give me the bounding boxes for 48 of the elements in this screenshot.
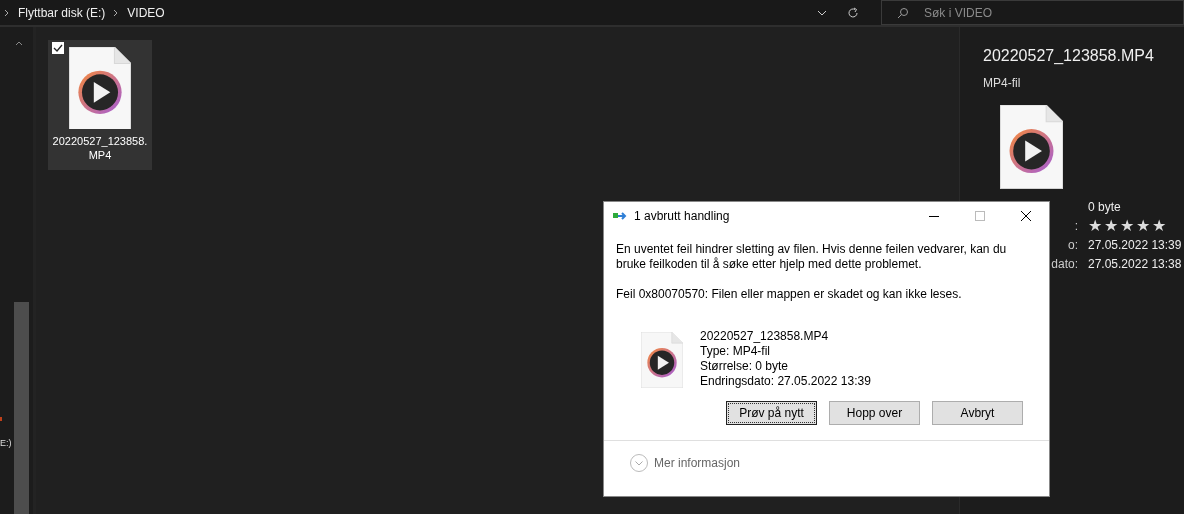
star-icon: ★ <box>1136 217 1150 234</box>
chevron-right-icon <box>113 8 120 17</box>
file-size: Størrelse: 0 byte <box>700 359 790 374</box>
nav-item[interactable]: E:) <box>0 439 12 448</box>
breadcrumb-item[interactable]: Flyttbar disk (E:) <box>18 3 106 22</box>
dialog-button[interactable]: Hopp over <box>829 401 920 425</box>
property-label: : <box>1074 217 1078 235</box>
file-name: 20220527_123858.MP4 <box>700 329 830 344</box>
star-rating[interactable]: ★★★★★ <box>1088 217 1166 234</box>
transfer-icon <box>612 211 628 221</box>
video-file-preview-icon <box>1000 105 1063 189</box>
file-modified: Endringsdato: 27.05.2022 13:39 <box>700 374 871 389</box>
video-file-icon <box>69 47 131 130</box>
star-icon: ★ <box>1088 217 1102 234</box>
more-info-link[interactable]: Mer informasjon <box>654 454 741 472</box>
close-icon <box>1021 211 1031 221</box>
dialog-button[interactable]: Avbryt <box>932 401 1023 425</box>
star-icon: ★ <box>1120 217 1134 234</box>
file-type: Type: MP4-fil <box>700 344 772 359</box>
error-message: En uventet feil hindrer sletting av filen. Hvis denne feilen vedvarer, kan du bruke feilkoden til å søke etter hjelp med dette problemet. <box>616 242 1008 272</box>
refresh-icon[interactable] <box>847 6 859 19</box>
error-code: Feil 0x80070570: Filen eller mappen er skadet og kan ikke leses. <box>616 287 963 302</box>
property-label: dato: <box>1051 255 1078 273</box>
property-label: o: <box>1068 236 1078 254</box>
file-item[interactable]: 20220527_123858.MP4 <box>48 40 152 170</box>
video-file-icon <box>641 332 683 388</box>
expand-icon[interactable] <box>630 454 648 472</box>
details-type: MP4-fil <box>983 75 1022 92</box>
chevron-down-icon[interactable] <box>817 9 827 16</box>
search-icon <box>897 7 909 19</box>
dialog-title: 1 avbrutt handling <box>634 208 731 225</box>
chevron-right-icon <box>4 8 10 17</box>
checkmark-icon <box>53 44 63 52</box>
star-icon: ★ <box>1104 217 1118 234</box>
star-icon: ★ <box>1152 217 1166 234</box>
search-field[interactable]: Søk i VIDEO <box>881 0 1184 25</box>
maximize-icon <box>975 211 985 221</box>
property-value: 0 byte <box>1088 198 1121 216</box>
property-value: 27.05.2022 13:39 <box>1088 236 1182 254</box>
checkbox[interactable] <box>52 42 64 54</box>
property-value: 27.05.2022 13:38 <box>1088 255 1182 273</box>
file-name: 20220527_123858.MP4 <box>51 134 149 163</box>
scrollbar[interactable] <box>14 302 29 514</box>
minimize-icon <box>929 215 939 217</box>
details-title: 20220527_123858.MP4 <box>983 46 1155 66</box>
breadcrumb-item[interactable]: VIDEO <box>127 3 165 22</box>
scroll-up-icon[interactable] <box>15 41 23 46</box>
dialog-button[interactable]: Prøv på nytt <box>726 401 817 425</box>
